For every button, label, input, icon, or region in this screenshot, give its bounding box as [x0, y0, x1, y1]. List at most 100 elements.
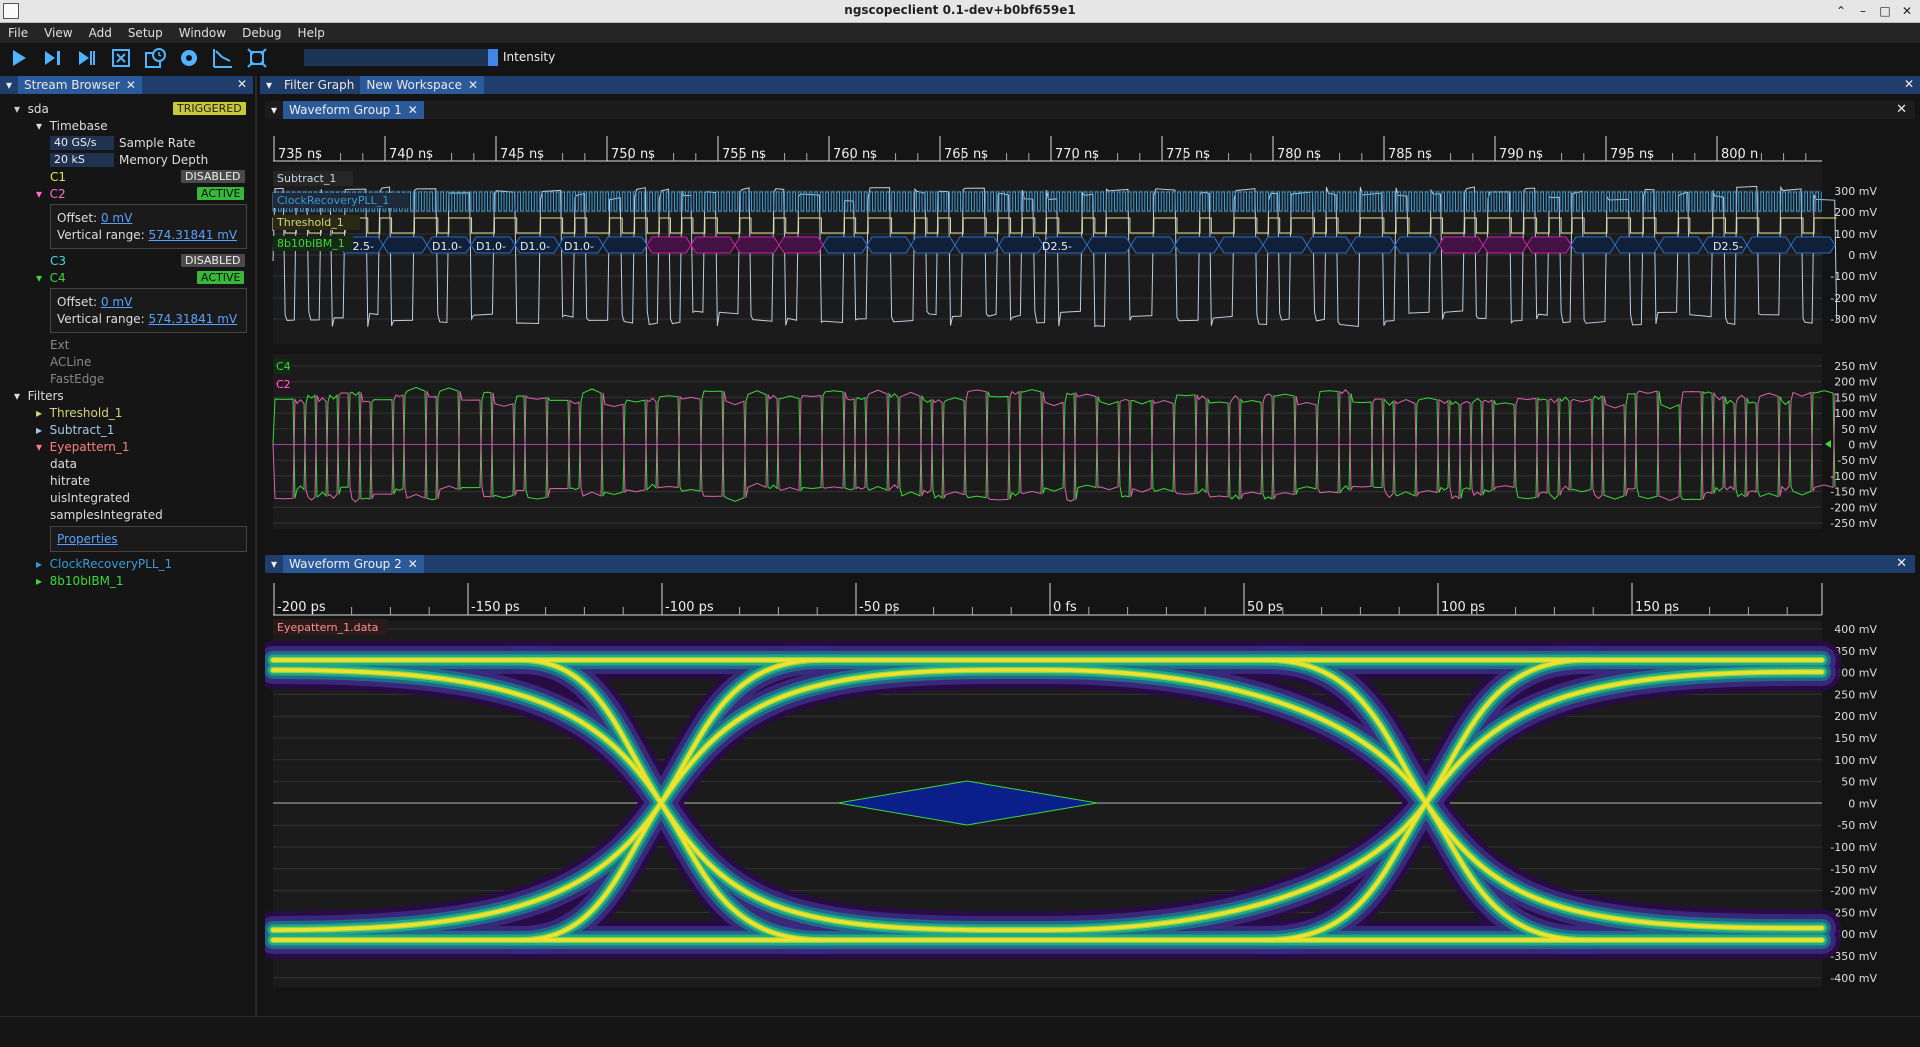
- panel-menu-icon[interactable]: ▾: [260, 78, 278, 92]
- close-icon[interactable]: ✕: [126, 78, 136, 92]
- timebase-row[interactable]: ▾ Timebase: [36, 118, 108, 134]
- expand-right-icon[interactable]: ▸: [36, 574, 42, 588]
- expand-right-icon[interactable]: ▸: [36, 423, 42, 437]
- run-trigger-button[interactable]: [6, 45, 32, 71]
- waveform-group-2-canvas[interactable]: -200 ps -150 ps -100 ps -50 ps 0 fs 50 ps 100 …: [265, 555, 1915, 995]
- panel-menu-icon[interactable]: ▾: [0, 78, 18, 92]
- filter-8b10b[interactable]: ▸ 8b10bIBM_1: [36, 573, 124, 589]
- channel-c1[interactable]: C1: [50, 169, 66, 185]
- clear-sweeps-icon[interactable]: [210, 45, 236, 71]
- instrument-row[interactable]: ▾ sda: [14, 101, 49, 117]
- symbol-box: [1174, 236, 1220, 254]
- symbol-box: [910, 236, 956, 254]
- trigger-status-badge: TRIGGERED: [173, 102, 246, 115]
- stream-hitrate[interactable]: hitrate: [50, 473, 90, 489]
- properties-link[interactable]: Properties: [57, 531, 118, 547]
- filter-threshold[interactable]: ▸ Threshold_1: [36, 405, 122, 421]
- time-tick-label: 765 ns: [944, 147, 988, 162]
- c2-offset-row: Offset: 0 mV: [57, 210, 132, 226]
- time-tick-label: 780 ns: [1277, 147, 1321, 162]
- expand-down-icon[interactable]: ▾: [14, 389, 20, 403]
- symbol-box: [1658, 236, 1704, 254]
- window-shade-icon[interactable]: ⌃: [1832, 2, 1850, 20]
- expand-right-icon[interactable]: ▸: [36, 557, 42, 571]
- menu-help[interactable]: Help: [290, 26, 333, 40]
- filter-clockrecovery[interactable]: ▸ ClockRecoveryPLL_1: [36, 556, 172, 572]
- symbol-box: [1262, 236, 1308, 254]
- time-tick-label: 750 ns: [611, 147, 655, 162]
- symbol-box: [1482, 236, 1528, 254]
- c2-status-badge: ACTIVE: [197, 187, 245, 200]
- channel-c2-row[interactable]: ▾ C2: [36, 186, 66, 202]
- stream-samplesintegrated[interactable]: samplesIntegrated: [50, 507, 163, 523]
- symbol-box: [1746, 236, 1792, 254]
- symbol-box: [954, 236, 1000, 254]
- stream-uisintegrated[interactable]: uisIntegrated: [50, 490, 130, 506]
- time-tick-label: 50 ps: [1247, 600, 1283, 615]
- filter-eyepattern[interactable]: ▾ Eyepattern_1: [36, 439, 129, 455]
- c4-offset-row: Offset: 0 mV: [57, 294, 132, 310]
- stream-data[interactable]: data: [50, 456, 77, 472]
- tab-filter-graph[interactable]: Filter Graph: [278, 76, 360, 94]
- sample-rate-field[interactable]: 40 GS/s: [50, 136, 114, 150]
- close-icon[interactable]: ✕: [1904, 77, 1914, 91]
- menu-view[interactable]: View: [36, 26, 80, 40]
- instrument-name: sda: [27, 102, 49, 116]
- close-window-icon[interactable]: ✕: [1898, 2, 1916, 20]
- refresh-settings-icon[interactable]: [176, 45, 202, 71]
- close-icon[interactable]: ✕: [468, 78, 478, 92]
- intensity-slider[interactable]: [304, 49, 498, 66]
- filter-subtract[interactable]: ▸ Subtract_1: [36, 422, 114, 438]
- tab-new-workspace[interactable]: New Workspace ✕: [360, 76, 485, 94]
- expand-down-icon[interactable]: ▾: [14, 102, 20, 116]
- memory-depth-field[interactable]: 20 kS: [50, 153, 114, 167]
- symbol-box: [1570, 236, 1616, 254]
- menu-file[interactable]: File: [0, 26, 36, 40]
- c2-range-row: Vertical range: 574.31841 mV: [57, 227, 237, 243]
- minimize-icon[interactable]: –: [1854, 2, 1872, 20]
- intensity-slider-knob[interactable]: [488, 49, 498, 66]
- symbol-box: [866, 236, 912, 254]
- c2-range-value[interactable]: 574.31841 mV: [149, 228, 238, 242]
- expand-down-icon[interactable]: ▾: [36, 440, 42, 454]
- stop-trigger-button[interactable]: [108, 45, 134, 71]
- single-trigger-button[interactable]: [40, 45, 66, 71]
- force-trigger-button[interactable]: [74, 45, 100, 71]
- stream-browser-tabstrip: ▾ Stream Browser ✕ ✕: [0, 76, 253, 94]
- symbol-box: [1394, 236, 1440, 254]
- close-icon[interactable]: ✕: [237, 77, 247, 91]
- c2-range-label: Vertical range:: [57, 228, 145, 242]
- input-acline[interactable]: ACLine: [50, 354, 91, 370]
- y-tick-label: -250 mV: [1830, 517, 1877, 530]
- trace-label-c2: C2: [276, 378, 291, 391]
- waveform-group-2: ▾ Waveform Group 2 ✕ ✕ -200 ps -150 ps -100…: [265, 555, 1915, 995]
- y-tick-label: 100 mV: [1834, 754, 1877, 767]
- symbol-label: D2.5-: [1713, 240, 1743, 253]
- channel-c4-row[interactable]: ▾ C4: [36, 270, 66, 286]
- history-icon[interactable]: [142, 45, 168, 71]
- time-tick-label: 770 ns: [1055, 147, 1099, 162]
- menu-window[interactable]: Window: [171, 26, 234, 40]
- menu-setup[interactable]: Setup: [120, 26, 171, 40]
- expand-right-icon[interactable]: ▸: [36, 406, 42, 420]
- time-tick-label: 100 ps: [1441, 600, 1485, 615]
- c2-offset-value[interactable]: 0 mV: [101, 211, 132, 225]
- c4-offset-value[interactable]: 0 mV: [101, 295, 132, 309]
- c4-range-value[interactable]: 574.31841 mV: [149, 312, 238, 326]
- input-ext[interactable]: Ext: [50, 337, 69, 353]
- input-fastedge[interactable]: FastEdge: [50, 371, 104, 387]
- fullscreen-icon[interactable]: [244, 45, 270, 71]
- menu-debug[interactable]: Debug: [234, 26, 289, 40]
- expand-down-icon[interactable]: ▾: [36, 187, 42, 201]
- channel-c3[interactable]: C3: [50, 253, 66, 269]
- expand-down-icon[interactable]: ▾: [36, 119, 42, 133]
- y-tick-label: 250 mV: [1834, 360, 1877, 373]
- filters-row[interactable]: ▾ Filters: [14, 388, 64, 404]
- symbol-box: [1526, 236, 1572, 254]
- panel-splitter[interactable]: [255, 76, 257, 1016]
- expand-down-icon[interactable]: ▾: [36, 271, 42, 285]
- tab-stream-browser[interactable]: Stream Browser ✕: [18, 76, 142, 94]
- menu-add[interactable]: Add: [81, 26, 120, 40]
- waveform-group-1-canvas[interactable]: 735 ns 740 ns 745 ns 750 ns 755 ns 760 ns 765 …: [265, 101, 1915, 531]
- maximize-icon[interactable]: □: [1876, 2, 1894, 20]
